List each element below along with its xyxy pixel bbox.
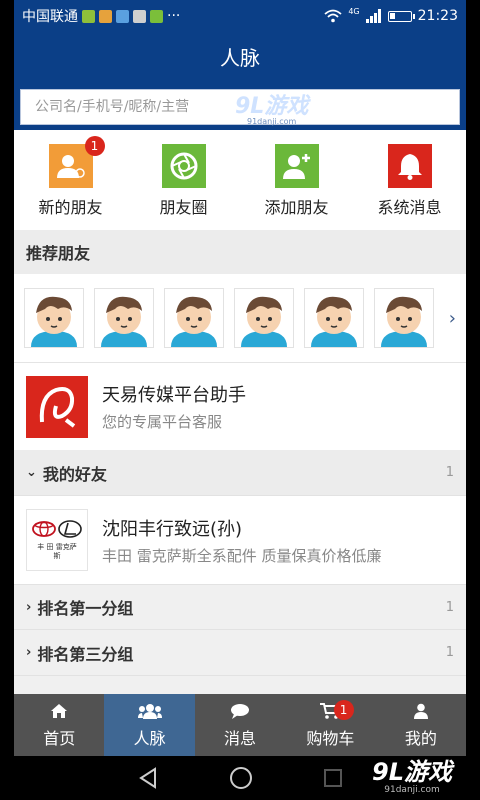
group-row[interactable]: › 排名第三分组 1 <box>14 630 466 676</box>
carrier-label: 中国联通 <box>22 9 78 25</box>
quick-action-label: 系统消息 <box>377 198 442 217</box>
tab-label: 我的 <box>404 729 437 748</box>
status-right: 4G 21:23 <box>324 6 458 24</box>
tab-messages[interactable]: 消息 <box>195 694 285 756</box>
friend-row[interactable]: 丰 田 雷克萨斯 沈阳丰行致远(孙) 丰田 雷克萨斯全系配件 质量保真价格低廉 <box>14 496 466 584</box>
add-friend-icon <box>274 144 319 188</box>
quick-action-new-friends[interactable]: 1 新的朋友 <box>14 130 127 230</box>
friend-name: 沈阳丰行致远(孙) <box>102 518 243 540</box>
signal-icon <box>365 9 381 23</box>
watermark-top: 9L游戏 91danji.com <box>235 88 308 126</box>
status-bar: 中国联通 ··· 4G 21:23 <box>14 0 466 32</box>
quick-action-system-messages[interactable]: 系统消息 <box>353 130 466 230</box>
quick-action-moments[interactable]: 朋友圈 <box>127 130 240 230</box>
assistant-name: 天易传媒平台助手 <box>102 385 246 406</box>
quick-action-add-friend[interactable]: 添加朋友 <box>240 130 353 230</box>
recommended-avatar[interactable] <box>94 288 154 348</box>
notification-app-icon <box>82 9 95 23</box>
friend-text: 沈阳丰行致远(孙) 丰田 雷克萨斯全系配件 质量保真价格低廉 <box>102 515 382 566</box>
chevron-right-icon[interactable]: › <box>449 308 456 329</box>
home-nav-icon[interactable] <box>229 766 253 790</box>
assistant-row[interactable]: 天易传媒平台助手 您的专属平台客服 <box>14 362 466 450</box>
tab-cart[interactable]: 购物车 1 <box>285 694 375 756</box>
recommend-section-header: 推荐朋友 <box>14 230 466 274</box>
recommend-title: 推荐朋友 <box>26 244 91 263</box>
page-title: 人脉 <box>220 46 260 70</box>
contacts-icon <box>137 701 162 721</box>
recommended-avatar[interactable] <box>304 288 364 348</box>
toyota-lexus-logo <box>32 520 82 538</box>
tab-label: 首页 <box>43 729 76 748</box>
quick-actions: 1 新的朋友 朋友圈 添加朋友 系统消息 <box>14 130 466 230</box>
group-title: 排名第一分组 <box>37 599 134 618</box>
moments-icon <box>161 144 206 188</box>
group-count: 1 <box>445 599 454 615</box>
battery-icon <box>387 10 415 22</box>
chevron-down-icon: ⌄ <box>26 465 37 480</box>
recent-apps-icon[interactable] <box>323 768 343 788</box>
assistant-text: 天易传媒平台助手 您的专属平台客服 <box>102 381 246 432</box>
recommended-avatar[interactable] <box>24 288 84 348</box>
new-friends-badge: 1 <box>84 136 105 156</box>
status-left: 中国联通 ··· <box>22 6 180 26</box>
chevron-right-icon: › <box>26 599 32 615</box>
cart-badge: 1 <box>333 700 354 720</box>
notification-image-icon <box>133 9 146 23</box>
assistant-subtitle: 您的专属平台客服 <box>102 413 223 431</box>
tab-label: 人脉 <box>133 729 166 748</box>
profile-icon <box>413 701 429 721</box>
group-title: 排名第三分组 <box>37 644 134 664</box>
watermark-brand: 9L游戏 <box>372 758 452 786</box>
recommended-avatar[interactable] <box>374 288 434 348</box>
quick-action-label: 朋友圈 <box>159 198 208 217</box>
back-icon[interactable] <box>137 767 159 789</box>
notification-app-icon <box>150 9 163 23</box>
tab-home[interactable]: 首页 <box>14 694 104 756</box>
wifi-icon <box>324 9 342 23</box>
friend-description: 丰田 雷克萨斯全系配件 质量保真价格低廉 <box>102 546 382 565</box>
assistant-logo <box>26 375 88 438</box>
friend-logo: 丰 田 雷克萨斯 <box>26 509 88 571</box>
more-notifications-label: ··· <box>167 8 181 24</box>
friend-logo-text: 丰 田 雷克萨斯 <box>37 542 77 560</box>
tab-label: 消息 <box>224 729 257 748</box>
group-count: 1 <box>445 465 454 480</box>
tab-label: 购物车 <box>306 729 355 748</box>
quick-action-label: 添加朋友 <box>264 198 329 217</box>
network-type-label: 4G <box>348 6 360 16</box>
bell-icon <box>387 144 432 188</box>
chevron-right-icon: › <box>26 645 32 660</box>
watermark-bottom: 9L游戏 91danji.com <box>372 752 452 795</box>
group-title: 我的好友 <box>42 464 107 484</box>
group-count: 1 <box>445 645 454 660</box>
notification-app-icon <box>99 9 112 23</box>
watermark-brand: 9L游戏 <box>235 94 309 119</box>
group-row[interactable]: › 排名第一分组 1 <box>14 584 466 630</box>
clock-label: 21:23 <box>417 8 458 24</box>
recommended-avatar[interactable] <box>234 288 294 348</box>
bottom-tab-bar: 首页 人脉 消息 购物车 1 我的 <box>14 694 466 756</box>
recommend-friends-list: › <box>14 274 466 362</box>
recommended-avatar[interactable] <box>164 288 224 348</box>
tab-profile[interactable]: 我的 <box>376 694 466 756</box>
tab-contacts[interactable]: 人脉 <box>104 694 195 756</box>
message-icon <box>230 701 250 721</box>
new-friend-icon: 1 <box>48 136 105 188</box>
home-icon <box>50 701 68 721</box>
notification-app-icon <box>116 9 129 23</box>
my-friends-group[interactable]: ⌄ 我的好友 1 <box>14 450 466 496</box>
quick-action-label: 新的朋友 <box>38 198 103 217</box>
